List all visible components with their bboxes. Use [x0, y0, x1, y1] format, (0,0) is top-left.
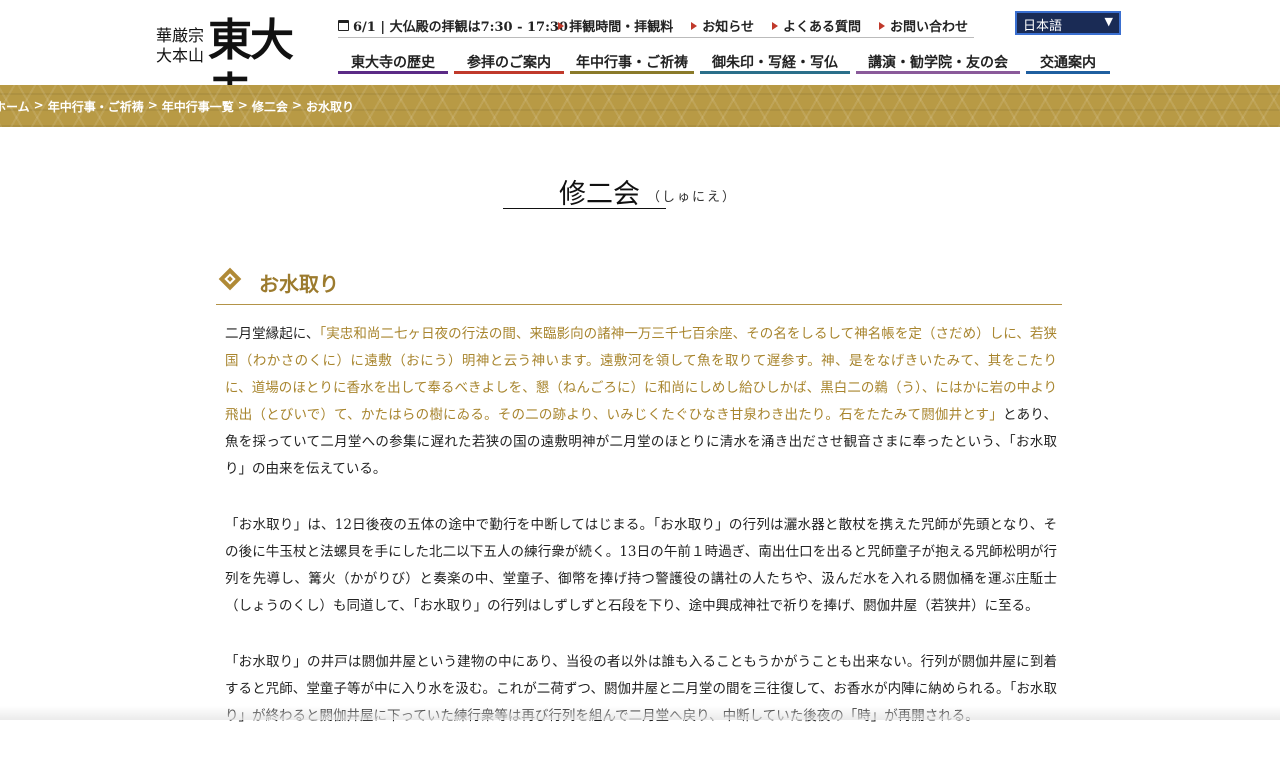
top-info-bar: 6/1 | 大仏殿の拝観は7:30 - 17:30 拝観時間・拝観料 お知らせ …: [338, 13, 974, 38]
link-contact[interactable]: お問い合わせ: [878, 16, 968, 35]
diamond-icon: [218, 267, 242, 291]
section-title: お水取り: [259, 272, 339, 296]
link-label: よくある質問: [782, 20, 861, 35]
nav-visit-guide[interactable]: 参拝のご案内: [454, 52, 564, 74]
triangle-right-icon: [558, 21, 565, 30]
breadcrumb-event-list[interactable]: 年中行事一覧: [162, 98, 234, 115]
site-header: 華厳宗 大本山 東大寺 6/1 | 大仏殿の拝観は7:30 - 17:30 拝観…: [0, 0, 1280, 120]
link-hours-fees[interactable]: 拝観時間・拝観料: [558, 16, 673, 35]
page-title-block: 修二会 （しゅにえ）: [503, 172, 763, 212]
calendar-icon: [338, 20, 349, 31]
breadcrumb-annual-events[interactable]: 年中行事・ご祈祷: [48, 98, 144, 115]
breadcrumb-home[interactable]: ホーム: [0, 98, 30, 115]
link-label: 拝観時間・拝観料: [569, 20, 674, 35]
breadcrumb-band: ホーム > 年中行事・ご祈祷 > 年中行事一覧 > 修二会 > お水取り: [0, 85, 1280, 127]
title-underline: [503, 208, 666, 209]
bottom-fade: [0, 706, 1280, 720]
language-select[interactable]: 日本語 ▼: [1015, 11, 1121, 35]
article-body: 二月堂縁起に、「実忠和尚二七ヶ日夜の行法の間、来臨影向の諸神一万三千七百余座、そ…: [225, 321, 1057, 759]
triangle-right-icon: [691, 21, 698, 30]
nav-access[interactable]: 交通案内: [1026, 52, 1110, 74]
utility-links: 拝観時間・拝観料 お知らせ よくある質問 お問い合わせ: [558, 16, 968, 35]
caret-down-icon: ▼: [1104, 15, 1113, 28]
nav-annual-events[interactable]: 年中行事・ご祈祷: [570, 52, 694, 74]
nav-lectures[interactable]: 講演・勧学院・友の会: [856, 52, 1020, 74]
breadcrumb-shunie[interactable]: 修二会: [252, 98, 288, 115]
link-label: お知らせ: [702, 20, 754, 35]
section-heading: お水取り: [216, 264, 1062, 305]
visiting-hours: 6/1 | 大仏殿の拝観は7:30 - 17:30: [338, 16, 568, 35]
nav-history[interactable]: 東大寺の歴史: [338, 52, 448, 74]
link-faq[interactable]: よくある質問: [771, 16, 861, 35]
triangle-right-icon: [771, 21, 778, 30]
main-nav: 東大寺の歴史 参拝のご案内 年中行事・ご祈祷 御朱印・写経・写仏 講演・勧学院・…: [338, 52, 1110, 78]
visiting-hours-text: 6/1 | 大仏殿の拝観は7:30 - 17:30: [353, 20, 568, 35]
logo-sect-line2: 大本山: [156, 46, 205, 65]
page-title: 修二会: [559, 179, 640, 210]
paragraph-procession: 「お水取り」は、12日後夜の五体の途中で勤行を中断してはじまる。「お水取り」の行…: [225, 517, 1057, 614]
engi-quote: 「実忠和尚二七ヶ日夜の行法の間、来臨影向の諸神一万三千七百余座、その名をしるして…: [225, 326, 1057, 423]
paragraph-origin: 二月堂縁起に、「実忠和尚二七ヶ日夜の行法の間、来臨影向の諸神一万三千七百余座、そ…: [225, 326, 1057, 477]
triangle-right-icon: [878, 21, 885, 30]
nav-goshuin[interactable]: 御朱印・写経・写仏: [700, 52, 850, 74]
language-selected-value: 日本語: [1023, 19, 1063, 34]
link-news[interactable]: お知らせ: [691, 16, 754, 35]
logo-sect-line1: 華厳宗: [156, 26, 205, 45]
breadcrumb: ホーム > 年中行事・ご祈祷 > 年中行事一覧 > 修二会 > お水取り: [0, 98, 354, 115]
breadcrumb-current: お水取り: [305, 100, 354, 114]
link-label: お問い合わせ: [889, 20, 968, 35]
logo-sect-name: 華厳宗 大本山: [156, 26, 204, 66]
site-logo[interactable]: 華厳宗 大本山 東大寺: [156, 14, 316, 120]
page-title-ruby: （しゅにえ）: [647, 190, 738, 205]
